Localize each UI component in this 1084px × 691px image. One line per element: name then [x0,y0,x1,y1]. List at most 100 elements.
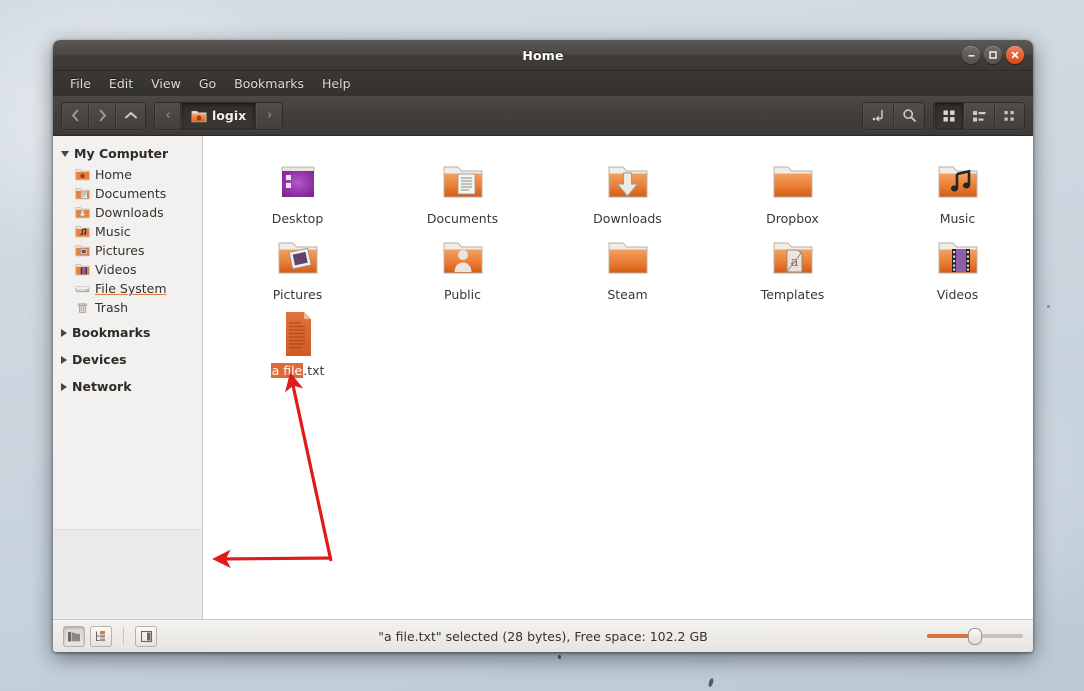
sidebar-item-file-system[interactable]: File System [53,279,202,298]
harddisk-icon [75,282,90,295]
file-item-label-editing[interactable]: a file.txt [271,363,325,378]
templates-folder-icon: a [770,230,816,282]
file-item-music[interactable]: Music [875,150,1033,226]
file-item-documents[interactable]: Documents [380,150,545,226]
minimize-button[interactable] [962,46,980,64]
plain-folder-icon [770,154,816,206]
sidebar-item-label: Trash [95,300,128,315]
menu-go[interactable]: Go [190,73,225,94]
documents-folder-icon [75,187,90,200]
maximize-button[interactable] [984,46,1002,64]
downloads-folder-icon [605,154,651,206]
file-item-label: Downloads [593,211,662,226]
file-item-videos[interactable]: Videos [875,226,1033,302]
statusbar: "a file.txt" selected (28 bytes), Free s… [53,619,1033,652]
places-pane-button[interactable] [63,626,85,647]
location-toggle-button[interactable] [863,103,894,129]
statusbar-separator [123,627,124,645]
file-item-pictures[interactable]: Pictures [215,226,380,302]
sidebar-section-label: Bookmarks [72,325,150,340]
sidebar-section-my-computer[interactable]: My Computer [53,142,202,165]
downloads-folder-icon [75,206,90,219]
file-item-desktop[interactable]: Desktop [215,150,380,226]
icon-grid: Desktop Documents [203,136,1033,378]
tree-pane-button[interactable] [90,626,112,647]
videos-folder-icon [935,230,981,282]
zoom-slider-handle[interactable] [968,628,982,645]
statusbar-text: "a file.txt" selected (28 bytes), Free s… [53,629,1033,644]
music-folder-icon [75,225,90,238]
sidebar-item-documents[interactable]: Documents [53,184,202,203]
location-search-group [862,102,925,130]
menu-view[interactable]: View [142,73,190,94]
sidebar-item-videos[interactable]: Videos [53,260,202,279]
window-body: My Computer Home Documents [53,136,1033,619]
chevron-right-icon [61,383,67,391]
file-item-templates[interactable]: a Templates [710,226,875,302]
chevron-right-icon [61,329,67,337]
file-item-downloads[interactable]: Downloads [545,150,710,226]
sidebar-section-devices[interactable]: Devices [53,348,202,371]
file-item-label: Music [940,211,976,226]
file-item-public[interactable]: Public [380,226,545,302]
sidebar-section-network[interactable]: Network [53,375,202,398]
path-entry-icon [871,108,886,123]
search-button[interactable] [894,103,924,129]
videos-folder-icon [75,263,90,276]
up-button[interactable] [116,103,145,129]
menu-help[interactable]: Help [313,73,360,94]
file-item-label: Steam [607,287,647,302]
sidebar-item-label: Home [95,167,132,182]
file-item-label: Templates [761,287,825,302]
forward-button[interactable] [89,103,116,129]
toolbar: ‹ logix › [53,96,1033,136]
back-button[interactable] [62,103,89,129]
chevron-right-icon [61,356,67,364]
sidebar-empty-area [53,529,202,619]
view-compact-button[interactable] [995,103,1024,129]
sidebar-item-home[interactable]: Home [53,165,202,184]
zoom-slider[interactable] [927,628,1023,644]
window-titlebar[interactable]: Home [53,40,1033,71]
file-item-steam[interactable]: Steam [545,226,710,302]
text-file-icon [275,306,321,358]
desktop-icon [275,154,321,206]
plain-folder-icon [605,230,651,282]
view-mode-group [933,102,1025,130]
home-folder-icon [75,168,90,181]
breadcrumb-label: logix [212,108,246,123]
breadcrumb-next-button[interactable]: › [256,103,282,129]
desktop-speck [708,678,715,688]
close-button[interactable] [1006,46,1024,64]
menu-edit[interactable]: Edit [100,73,142,94]
sidebar-item-label: Videos [95,262,137,277]
sidebar-section-label: Devices [72,352,127,367]
sidebar-item-trash[interactable]: Trash [53,298,202,317]
breadcrumb-item-logix[interactable]: logix [181,103,256,129]
grid-view-icon [942,109,956,123]
sidebar-item-label: Pictures [95,243,145,258]
file-item-dropbox[interactable]: Dropbox [710,150,875,226]
sidebar-item-pictures[interactable]: Pictures [53,241,202,260]
statusbar-buttons [63,626,157,647]
sidebar-item-music[interactable]: Music [53,222,202,241]
view-list-button[interactable] [964,103,995,129]
file-view[interactable]: Desktop Documents [203,136,1033,619]
places-pane-icon [67,630,81,643]
breadcrumb: ‹ logix › [154,102,283,130]
breadcrumb-prev-button[interactable]: ‹ [155,103,181,129]
sidebar-item-downloads[interactable]: Downloads [53,203,202,222]
list-view-icon [972,109,987,123]
file-item-a-file-txt[interactable]: a file.txt [215,302,380,378]
chevron-down-icon [61,151,69,157]
view-icon-button[interactable] [934,103,964,129]
sidebar-section-bookmarks[interactable]: Bookmarks [53,321,202,344]
chevron-right-icon: › [267,109,272,122]
extra-pane-button[interactable] [135,626,157,647]
trash-icon [75,301,90,314]
pictures-folder-icon [75,244,90,257]
file-item-label: Documents [427,211,498,226]
menu-file[interactable]: File [61,73,100,94]
menu-bookmarks[interactable]: Bookmarks [225,73,313,94]
window-title: Home [522,48,563,63]
